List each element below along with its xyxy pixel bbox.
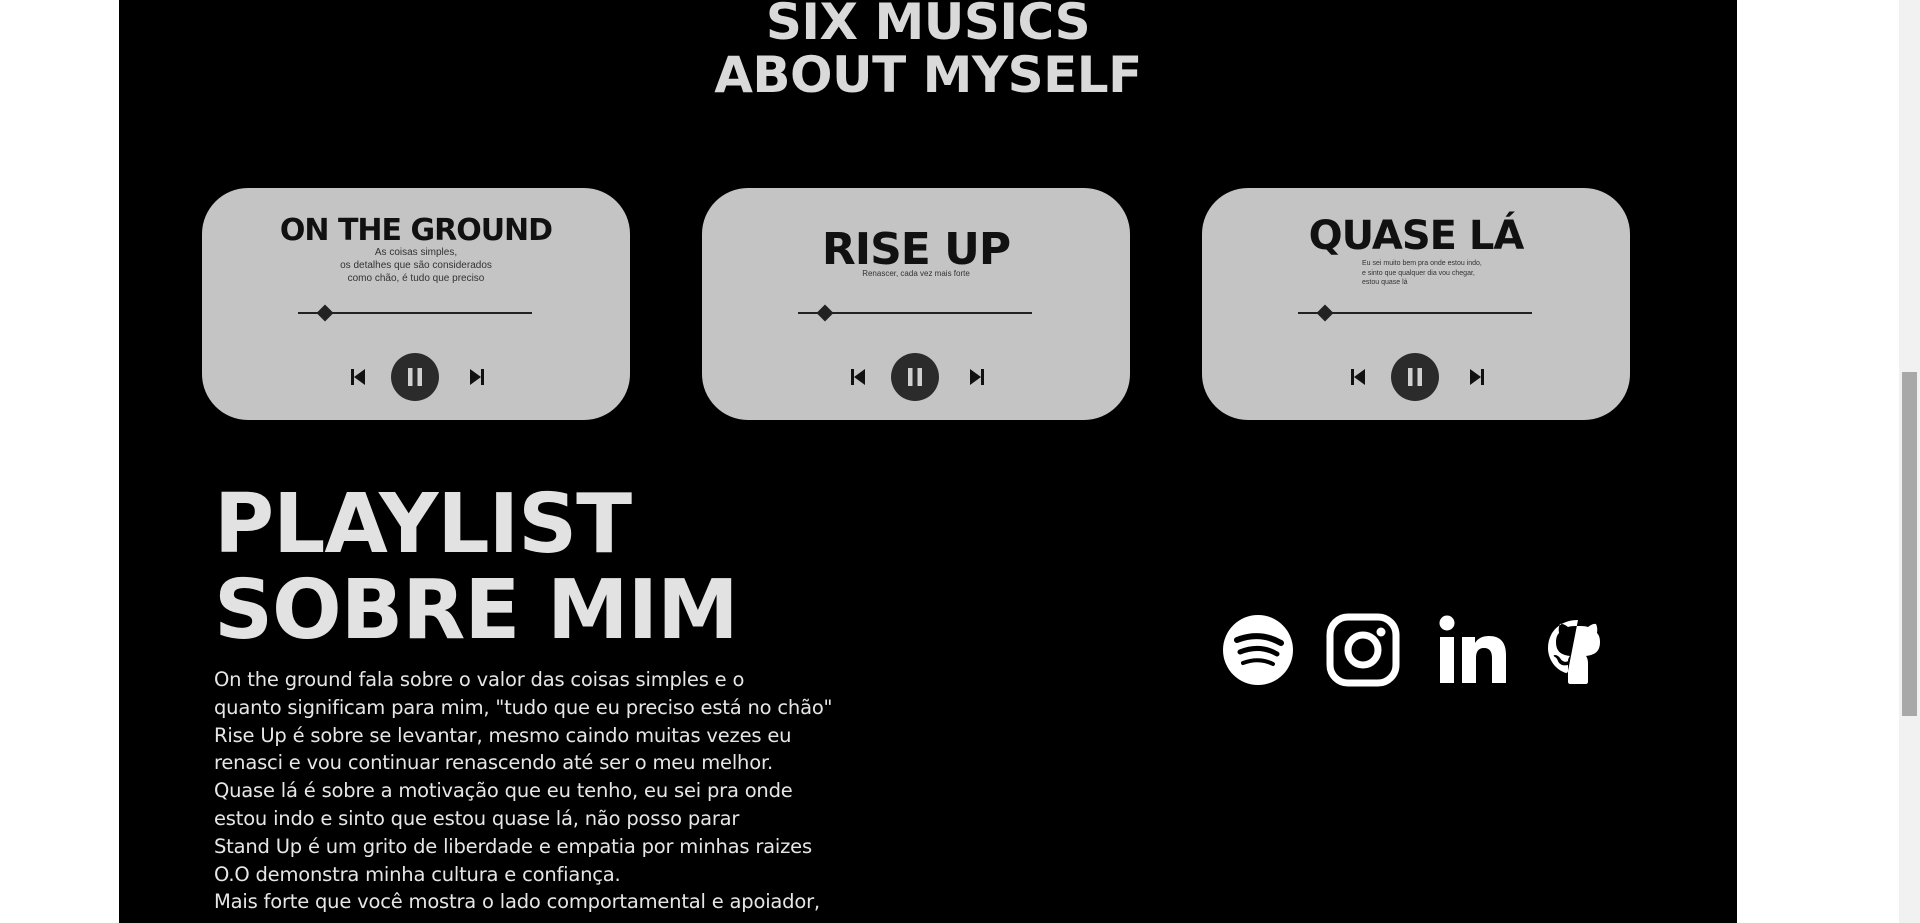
skip-back-icon[interactable] xyxy=(851,369,865,385)
instagram-link[interactable] xyxy=(1325,612,1401,688)
page-scrollbar[interactable] xyxy=(1899,0,1920,923)
music-player-card-quase-la: QUASE LÁ Eu sei muito bem pra onde estou… xyxy=(1202,188,1630,420)
pause-button[interactable] xyxy=(391,353,439,401)
playlist-line: Quase lá é sobre a motivação que eu tenh… xyxy=(214,779,793,803)
playlist-line: O.O demonstra minha cultura e confiança. xyxy=(214,862,621,886)
section-title-line1: SIX MUSICS xyxy=(765,0,1091,51)
spotify-link[interactable] xyxy=(1220,612,1296,688)
progress-handle[interactable] xyxy=(816,304,834,322)
playlist-title-line2: SOBRE MIM xyxy=(214,563,739,658)
skip-forward-icon[interactable] xyxy=(970,369,984,385)
pause-button[interactable] xyxy=(891,353,939,401)
playlist-line: On the ground fala sobre o valor das coi… xyxy=(214,668,745,691)
main-content: SIX MUSICS ABOUT MYSELF ON THE GROUND As… xyxy=(119,0,1737,923)
playlist-title: PLAYLIST SOBRE MIM xyxy=(214,477,739,658)
playlist-line: renasci e vou continuar renascendo até s… xyxy=(214,751,773,775)
github-icon xyxy=(1548,620,1600,684)
playlist-title-line1: PLAYLIST xyxy=(214,477,632,572)
playlist-line: Rise Up é sobre se levantar, mesmo caind… xyxy=(214,723,792,747)
pause-icon xyxy=(908,368,913,386)
playlist-line: Mais forte que você mostra o lado compor… xyxy=(214,890,820,914)
linkedin-link[interactable] xyxy=(1435,612,1511,688)
instagram-icon xyxy=(1326,613,1400,687)
playlist-line: quanto significam para mim, "tudo que eu… xyxy=(214,695,833,719)
skip-forward-icon[interactable] xyxy=(1470,369,1484,385)
skip-forward-icon[interactable] xyxy=(470,369,484,385)
section-title-line2: ABOUT MYSELF xyxy=(714,46,1142,104)
spotify-icon xyxy=(1223,615,1293,685)
music-player-card-on-the-ground: ON THE GROUND As coisas simples, os deta… xyxy=(202,188,630,420)
linkedin-icon xyxy=(1439,615,1506,683)
section-title: SIX MUSICS ABOUT MYSELF xyxy=(119,0,1737,102)
github-link[interactable] xyxy=(1540,612,1616,688)
playlist-line: Stand Up é um grito de liberdade e empat… xyxy=(214,834,812,858)
playlist-description: On the ground fala sobre o valor das coi… xyxy=(214,666,833,916)
skip-back-icon[interactable] xyxy=(1351,369,1365,385)
progress-handle[interactable] xyxy=(1316,304,1334,322)
playlist-line: estou indo e sinto que estou quase lá, n… xyxy=(214,806,740,830)
scrollbar-thumb[interactable] xyxy=(1902,372,1917,716)
pause-icon xyxy=(408,368,413,386)
pause-icon xyxy=(1408,368,1413,386)
pause-button[interactable] xyxy=(1391,353,1439,401)
music-player-card-rise-up: RISE UP Renascer, cada vez mais forte xyxy=(702,188,1130,420)
skip-back-icon[interactable] xyxy=(351,369,365,385)
progress-handle[interactable] xyxy=(316,304,334,322)
